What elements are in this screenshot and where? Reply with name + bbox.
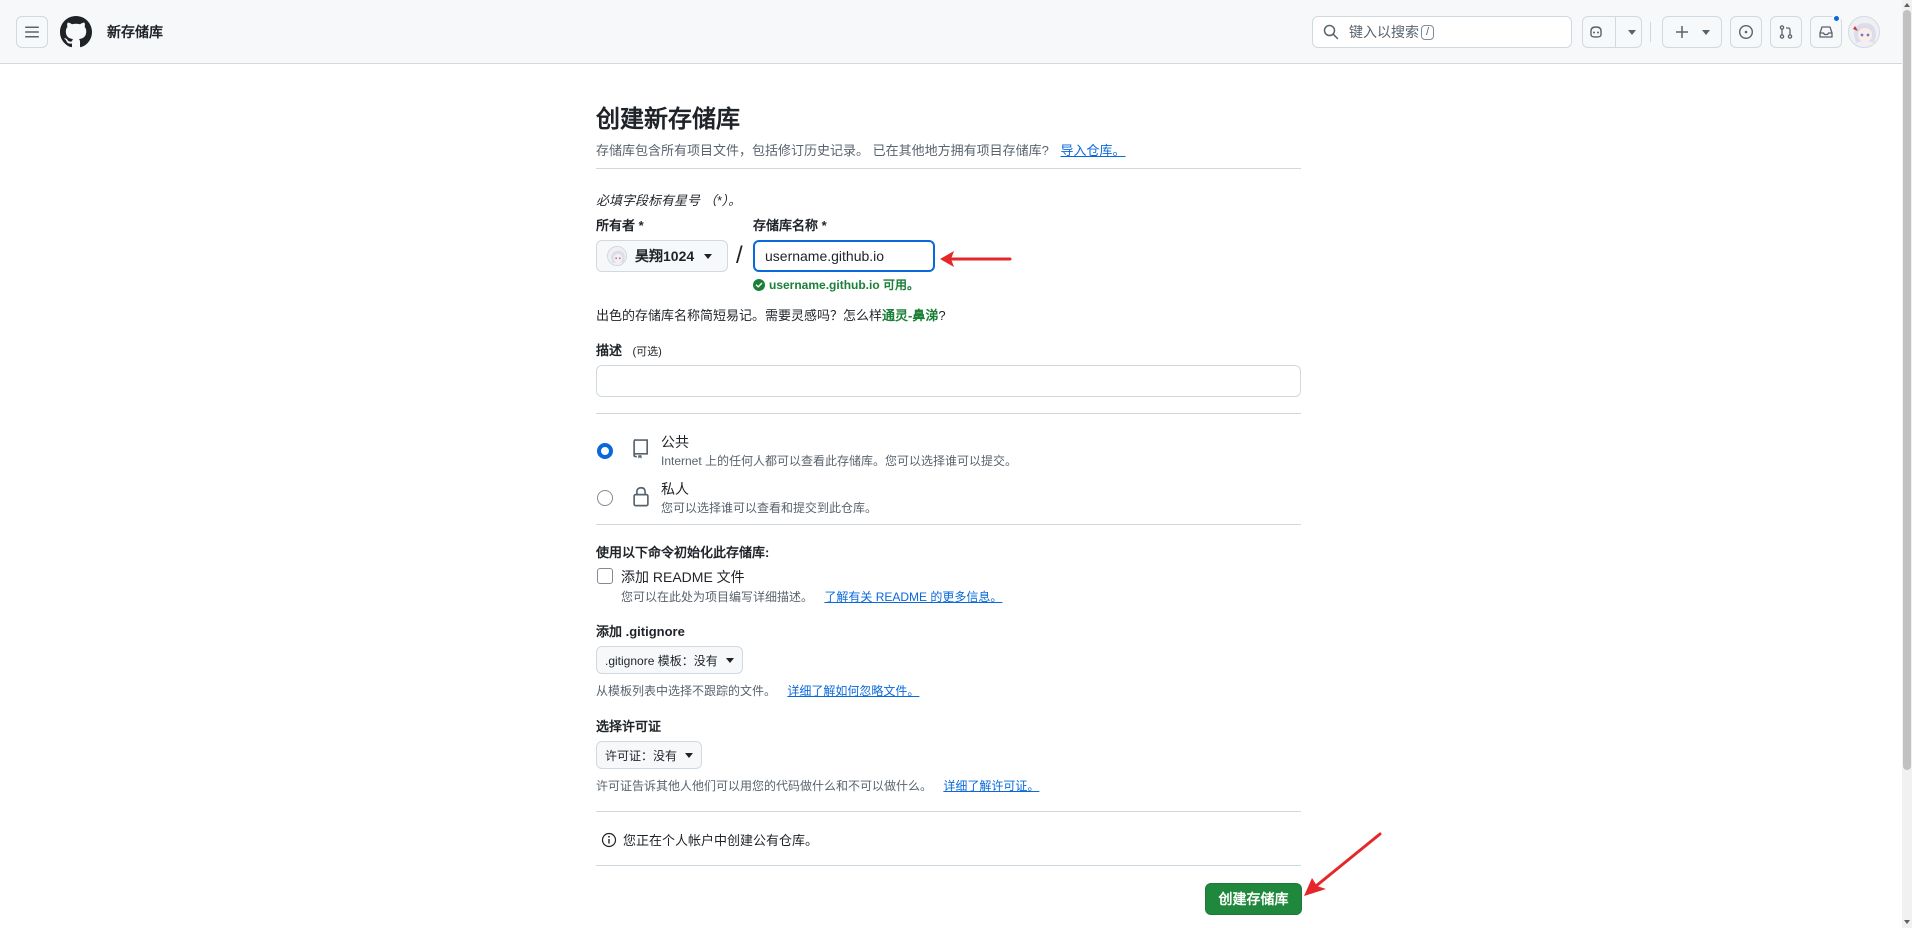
license-select[interactable]: 许可证：没有 <box>596 741 703 769</box>
owner-select[interactable]: 昊翔1024 <box>596 240 728 272</box>
search-icon <box>1323 24 1339 40</box>
pull-request-icon <box>1779 25 1793 39</box>
avatar-image-icon <box>608 247 626 265</box>
page-context-title: 新存储库 <box>107 24 163 40</box>
user-avatar[interactable] <box>1848 16 1880 48</box>
init-label: 使用以下命令初始化此存储库: <box>596 545 770 560</box>
copilot-button[interactable] <box>1582 16 1642 48</box>
scroll-thumb[interactable] <box>1903 10 1911 770</box>
issues-button[interactable] <box>1730 16 1762 48</box>
owner-value: 昊翔1024 <box>635 248 695 264</box>
menu-button[interactable] <box>16 16 48 48</box>
notification-badge <box>1832 14 1841 23</box>
header-divider <box>1650 22 1651 42</box>
chevron-down-icon <box>685 752 694 758</box>
description-label-row: 描述 (可选) <box>596 341 662 361</box>
license-description-row: 许可证告诉其他人他们可以用您的代码做什么和不可以做什么。 详细了解许可证。 <box>596 777 1039 795</box>
top-header: 新存储库 键入以搜索 / <box>0 0 1902 64</box>
name-available-status: username.github.io 可用。 <box>753 276 919 294</box>
gitignore-description-row: 从模板列表中选择不跟踪的文件。 详细了解如何忽略文件。 <box>596 682 919 700</box>
hamburger-icon <box>25 26 39 38</box>
copilot-icon <box>1590 26 1602 38</box>
license-learn-more-link[interactable]: 详细了解许可证。 <box>943 779 1039 793</box>
license-description: 许可证告诉其他人他们可以用您的代码做什么和不可以做什么。 <box>596 779 933 793</box>
search-input[interactable]: 键入以搜索 / <box>1312 16 1572 48</box>
pull-requests-button[interactable] <box>1770 16 1802 48</box>
divider <box>596 865 1301 866</box>
license-select-value: 许可证：没有 <box>605 748 678 763</box>
info-icon <box>601 832 617 847</box>
readme-label: 添加 README 文件 <box>621 569 745 585</box>
hint-suffix: ? <box>938 308 946 323</box>
owner-name-separator: / <box>736 242 743 269</box>
account-info-text: 您正在个人帐户中创建公有仓库。 <box>623 833 819 848</box>
chevron-down-icon <box>1702 29 1710 35</box>
readme-description: 您可以在此处为项目编写详细描述。 <box>621 590 814 604</box>
add-readme-checkbox[interactable] <box>597 568 613 584</box>
lock-icon <box>633 486 649 507</box>
divider <box>596 524 1301 525</box>
chevron-down-icon <box>704 253 713 259</box>
divider <box>596 413 1301 414</box>
chevron-down-icon <box>725 657 734 663</box>
avatar-image-icon <box>1849 17 1879 47</box>
plus-icon <box>1676 26 1688 38</box>
name-hint: 出色的存储库名称简短易记。需要灵感吗？怎么样通灵-鼻涕? <box>596 307 946 325</box>
gitignore-description: 从模板列表中选择不跟踪的文件。 <box>596 684 777 698</box>
annotation-arrow-icon <box>940 251 1012 267</box>
repo-name-input[interactable] <box>753 240 935 272</box>
readme-description-row: 您可以在此处为项目编写详细描述。 了解有关 README 的更多信息。 <box>621 588 1002 606</box>
scroll-down-arrow-icon[interactable] <box>1904 920 1910 924</box>
create-repository-button[interactable]: 创建存储库 <box>1205 883 1302 915</box>
account-info-note: 您正在个人帐户中创建公有仓库。 <box>601 830 818 849</box>
public-description: Internet 上的任何人都可以查看此存储库。您可以选择谁可以提交。 <box>661 454 1018 468</box>
license-label: 选择许可证 <box>596 719 662 734</box>
private-description: 您可以选择谁可以查看和提交到此仓库。 <box>661 501 878 515</box>
public-title: 公共 <box>661 434 689 450</box>
optional-tag: (可选) <box>632 346 662 358</box>
owner-avatar <box>607 246 627 266</box>
scroll-up-arrow-icon[interactable] <box>1904 3 1910 7</box>
issue-icon <box>1738 24 1754 40</box>
available-text: username.github.io 可用。 <box>769 278 920 292</box>
inbox-icon <box>1819 26 1833 38</box>
name-suggestion[interactable]: 通灵-鼻涕 <box>882 308 938 323</box>
description-label: 描述 <box>596 343 623 358</box>
visibility-public-radio[interactable] <box>597 443 613 459</box>
divider <box>596 811 1301 812</box>
private-title: 私人 <box>661 481 689 497</box>
search-shortcut-key: / <box>1421 24 1434 40</box>
create-new-button[interactable] <box>1662 16 1722 48</box>
visibility-private-radio[interactable] <box>597 490 613 506</box>
page-scrollbar[interactable] <box>1902 0 1912 928</box>
annotation-arrow-icon <box>1304 832 1382 896</box>
check-circle-icon <box>753 279 765 291</box>
readme-learn-more-link[interactable]: 了解有关 README 的更多信息。 <box>824 590 1002 604</box>
description-input[interactable] <box>596 365 1301 397</box>
gitignore-select-value: .gitignore 模板：没有 <box>605 653 718 668</box>
gitignore-template-select[interactable]: .gitignore 模板：没有 <box>596 646 743 674</box>
gitignore-label: 添加 .gitignore <box>596 624 685 639</box>
search-placeholder: 键入以搜索 <box>1349 24 1419 40</box>
copilot-split-divider <box>1615 16 1616 48</box>
hint-prefix: 出色的存储库名称简短易记。需要灵感吗？怎么样 <box>596 308 883 323</box>
chevron-down-icon[interactable] <box>1628 29 1636 35</box>
github-logo-icon[interactable] <box>60 16 92 48</box>
owner-name-inputs: 昊翔1024 / username.github.io 可用。 <box>596 104 1301 304</box>
repo-icon <box>633 439 649 459</box>
gitignore-learn-more-link[interactable]: 详细了解如何忽略文件。 <box>787 684 919 698</box>
